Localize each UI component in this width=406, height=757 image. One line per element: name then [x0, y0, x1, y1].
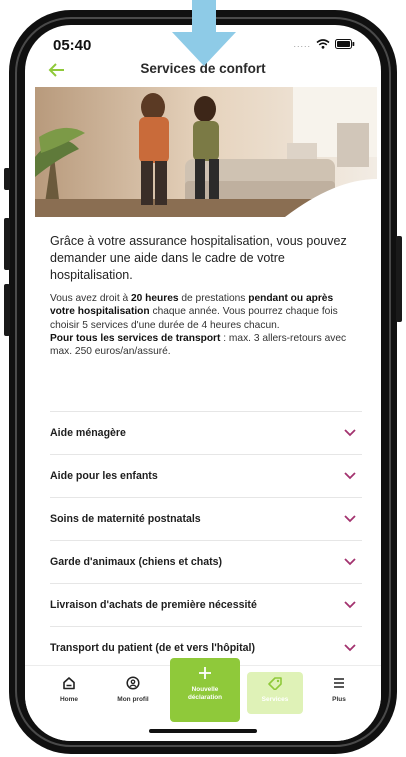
accordion-label: Aide pour les enfants	[50, 470, 158, 482]
status-icons: .....	[293, 39, 355, 49]
phone-screen: 05:40 ..... Services de confort Grâce à …	[25, 25, 381, 741]
side-button-left-1	[4, 168, 10, 190]
side-button-right	[396, 236, 402, 322]
nav-profile[interactable]: Mon profil	[107, 676, 159, 703]
content-area: Grâce à votre assurance hospitalisation,…	[50, 233, 358, 358]
accordion-label: Garde d'animaux (chiens et chats)	[50, 556, 223, 568]
menu-icon	[334, 678, 344, 688]
home-indicator[interactable]	[149, 729, 257, 733]
accordion-label: Aide ménagère	[50, 427, 126, 439]
accordion-item-aide-enfants[interactable]: Aide pour les enfants	[50, 454, 362, 497]
accordion-item-garde-animaux[interactable]: Garde d'animaux (chiens et chats)	[50, 540, 362, 583]
intro-text: Grâce à votre assurance hospitalisation,…	[50, 234, 347, 282]
accordion-item-aide-menagere[interactable]: Aide ménagère	[50, 411, 362, 454]
chevron-down-icon	[344, 515, 356, 523]
new-declaration-button[interactable]: Nouvelle déclaration	[170, 658, 240, 722]
accordion-label: Livraison d'achats de première nécessité	[50, 599, 257, 611]
accordion-label: Transport du patient (de et vers l'hôpit…	[50, 642, 256, 654]
nav-more-label: Plus	[332, 696, 346, 703]
details-text-2: de prestations	[178, 293, 249, 304]
chevron-down-icon	[344, 558, 356, 566]
hero-image	[35, 87, 377, 217]
chevron-down-icon	[344, 601, 356, 609]
wifi-icon	[316, 39, 330, 49]
accordion-label: Soins de maternité postnatals	[50, 513, 201, 525]
chevron-down-icon	[344, 644, 356, 652]
details-text-1: Vous avez droit à	[50, 293, 131, 304]
nav-more[interactable]: Plus	[313, 676, 365, 703]
accordion-item-livraison-achats[interactable]: Livraison d'achats de première nécessité	[50, 583, 362, 626]
nav-home[interactable]: Home	[43, 676, 95, 703]
side-button-left-2	[4, 218, 10, 270]
nav-home-label: Home	[59, 696, 79, 703]
cta-label-line1: Nouvelle	[191, 686, 219, 693]
nav-profile-label: Mon profil	[117, 696, 149, 703]
bottom-nav: Home Mon profil Nouvelle déclaration Ser…	[25, 658, 381, 741]
chevron-down-icon	[344, 472, 356, 480]
home-icon	[63, 677, 75, 690]
details-hours: 20 heures	[130, 293, 179, 304]
cta-label-line2: déclaration	[187, 694, 223, 701]
side-button-left-3	[4, 284, 10, 336]
accordion-item-soins-maternite[interactable]: Soins de maternité postnatals	[50, 497, 362, 540]
nav-services-label: Services	[261, 696, 289, 703]
tag-icon	[268, 677, 282, 690]
signal-dots-icon: .....	[293, 39, 311, 49]
battery-icon	[335, 39, 355, 49]
status-time: 05:40	[53, 37, 92, 54]
chevron-down-icon	[344, 429, 356, 437]
details-text: Vous avez droit à 20 heures de prestatio…	[50, 292, 358, 358]
plus-icon	[199, 667, 211, 679]
services-accordion: Aide ménagère Aide pour les enfants Soin…	[50, 411, 362, 669]
nav-services[interactable]: Services	[249, 676, 301, 703]
pointer-arrow-icon	[172, 0, 236, 66]
details-transport-label: Pour tous les services de transport	[50, 332, 221, 344]
profile-icon	[126, 676, 140, 690]
